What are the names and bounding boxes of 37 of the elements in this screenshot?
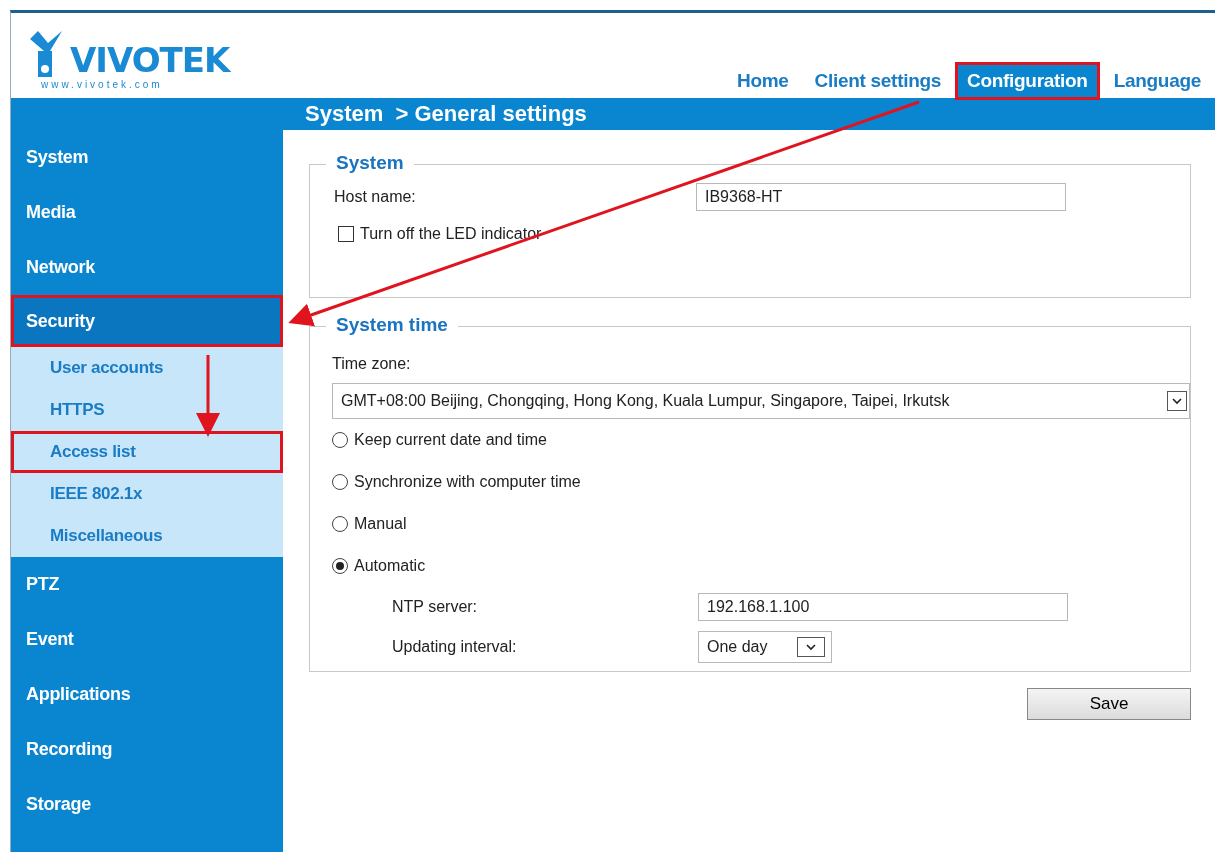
nav-link[interactable]: Home xyxy=(727,64,799,98)
logo-wordmark: VIVOTEK xyxy=(70,41,230,79)
field-label: Host name: xyxy=(334,188,417,206)
sidebar-item[interactable]: Event xyxy=(11,612,283,667)
radio-label: Synchronize with computer time xyxy=(354,473,581,491)
interval-dropdown[interactable]: One day xyxy=(698,631,832,663)
sidebar-item[interactable]: Recording xyxy=(11,722,283,777)
sidebar-item[interactable]: Network xyxy=(11,240,283,295)
sidebar-item[interactable]: PTZ xyxy=(11,557,283,612)
submenu-item[interactable]: IEEE 802.1x xyxy=(11,473,283,515)
vivotek-logo[interactable]: VIVOTEK www.vivotek.com xyxy=(28,29,234,90)
save-button[interactable]: Save xyxy=(1027,688,1191,720)
radio-label: Automatic xyxy=(354,557,426,575)
nav-link[interactable]: Configuration xyxy=(957,64,1098,98)
sidebar-item[interactable]: Media xyxy=(11,185,283,240)
submenu-item[interactable]: HTTPS xyxy=(11,389,283,431)
sidebar-item[interactable]: Security xyxy=(11,295,283,347)
host-name-field[interactable]: IB9368-HT xyxy=(696,183,1066,211)
ntp-server-field[interactable]: 192.168.1.100 xyxy=(698,593,1068,621)
sidebar-item[interactable]: System xyxy=(11,130,283,185)
field-label: Updating interval: xyxy=(392,638,518,656)
submenu-item[interactable]: Access list xyxy=(11,431,283,473)
nav-link[interactable]: Client settings xyxy=(804,64,951,98)
checkbox-label: Turn off the LED indicator xyxy=(360,225,542,243)
sidebar-item[interactable]: Applications xyxy=(11,667,283,722)
field-label: Time zone: xyxy=(332,355,412,373)
nav-link[interactable]: Language xyxy=(1103,64,1211,98)
submenu-item[interactable]: User accounts xyxy=(11,347,283,389)
sidebar-item[interactable]: Storage xyxy=(11,777,283,832)
logo-url: www.vivotek.com xyxy=(41,79,163,90)
radio-label: Keep current date and time xyxy=(354,431,547,449)
time-zone-dropdown[interactable]: GMT+08:00 Beijing, Chongqing, Hong Kong, Kuala Lumpur, Singapore, Taipei, Irkutsk xyxy=(332,383,1190,419)
checkbox[interactable] xyxy=(338,226,354,242)
submenu-item[interactable]: Miscellaneous xyxy=(11,515,283,557)
breadcrumb: System > General settings xyxy=(305,101,587,127)
radio-label: Manual xyxy=(354,515,407,533)
field-label: NTP server: xyxy=(392,598,479,616)
